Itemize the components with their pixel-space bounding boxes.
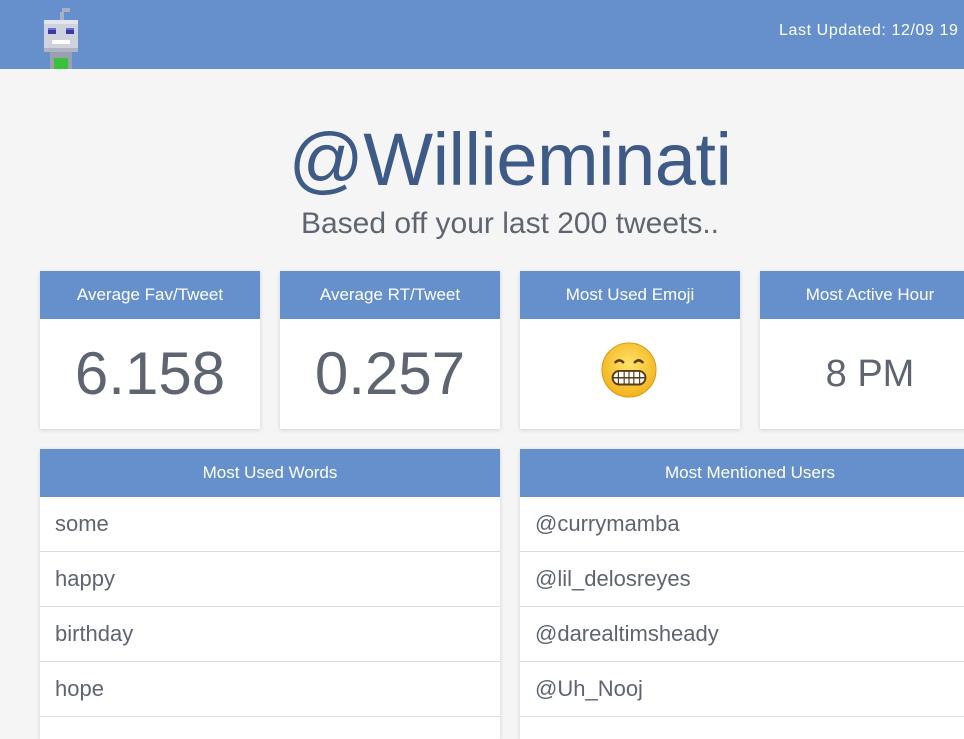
stat-card-avg-rt: Average RT/Tweet 0.257: [280, 271, 500, 429]
stat-card-title: Most Active Hour: [760, 271, 964, 319]
stat-card-title: Average RT/Tweet: [280, 271, 500, 319]
stat-card-value: 0.257: [314, 340, 466, 407]
mentioned-user-item[interactable]: @Uh_Nooj: [520, 662, 964, 717]
stat-card-most-active-hour: Most Active Hour 8 PM: [760, 271, 964, 429]
list-item: birthday: [40, 607, 500, 662]
emoji-container: [520, 319, 740, 429]
most-used-words-panel: Most Used Words some happy birthday hope: [40, 449, 500, 739]
mentioned-user-item[interactable]: @lil_delosreyes: [520, 552, 964, 607]
profile-subtitle: Based off your last 200 tweets..: [300, 207, 720, 240]
profile-handle: @Willieminati: [288, 118, 732, 201]
list-item: happy: [40, 552, 500, 607]
last-updated-text: Last Updated: 12/09 19: [779, 22, 959, 39]
panel-title: Most Mentioned Users: [520, 449, 964, 497]
stat-card-avg-fav: Average Fav/Tweet 6.158: [40, 271, 260, 429]
robot-logo-icon[interactable]: [40, 8, 82, 69]
stat-card-title: Most Used Emoji: [520, 271, 740, 319]
grimacing-face-emoji-icon: [601, 342, 657, 398]
stat-card-title: Average Fav/Tweet: [40, 271, 260, 319]
list-item: some: [40, 497, 500, 552]
most-mentioned-users-panel: Most Mentioned Users @currymamba @lil_de…: [520, 449, 964, 739]
stat-card-value: 8 PM: [825, 353, 915, 395]
stat-card-most-used-emoji: Most Used Emoji: [520, 271, 740, 429]
list-item: hope: [40, 662, 500, 717]
mentioned-user-item[interactable]: @currymamba: [520, 497, 964, 552]
panel-title: Most Used Words: [40, 449, 500, 497]
stat-card-value: 6.158: [74, 340, 226, 407]
top-bar: Last Updated: 12/09 19: [0, 0, 964, 69]
mentioned-user-item[interactable]: @darealtimsheady: [520, 607, 964, 662]
